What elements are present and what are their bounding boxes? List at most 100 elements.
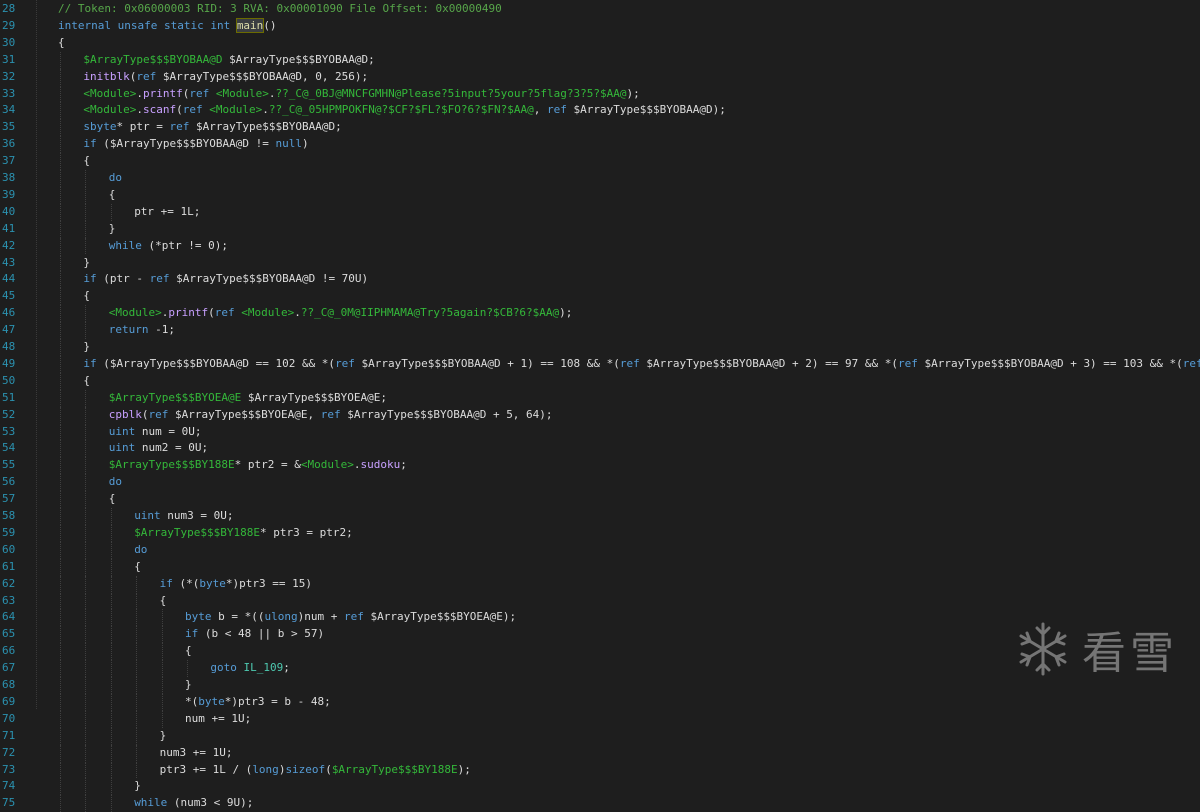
code-line[interactable]: 63 { bbox=[0, 592, 1200, 610]
code-line[interactable]: 32 initblk(ref $ArrayType$$$BYOBAA@D, 0, … bbox=[0, 68, 1200, 86]
code-text[interactable]: do bbox=[134, 542, 147, 559]
code-text[interactable]: return -1; bbox=[109, 322, 175, 339]
code-line[interactable]: 50 { bbox=[0, 372, 1200, 390]
code-line[interactable]: 35 sbyte* ptr = ref $ArrayType$$$BYOBAA@D… bbox=[0, 119, 1200, 137]
code-text[interactable]: *(byte*)ptr3 = b - 48; bbox=[185, 694, 331, 711]
code-line[interactable]: 42 while (*ptr != 0); bbox=[0, 237, 1200, 255]
code-text[interactable]: { bbox=[185, 643, 192, 660]
code-line[interactable]: 43} bbox=[0, 254, 1200, 272]
code-token: . bbox=[136, 103, 143, 117]
code-text[interactable]: while (num3 < 9U); bbox=[134, 795, 253, 812]
code-text[interactable]: } bbox=[109, 221, 116, 238]
code-line[interactable]: 38 do bbox=[0, 170, 1200, 187]
code-line[interactable]: 51 $ArrayType$$$BYOEA@E $ArrayType$$$BYOE… bbox=[0, 389, 1200, 407]
code-line[interactable]: 41} bbox=[0, 220, 1200, 238]
code-text[interactable]: $ArrayType$$$BYOEA@E $ArrayType$$$BYOEA@… bbox=[109, 390, 387, 407]
code-text[interactable]: { bbox=[160, 593, 167, 610]
code-line[interactable]: 47 return -1; bbox=[0, 322, 1200, 339]
code-text[interactable]: { bbox=[83, 373, 90, 390]
code-text[interactable]: num += 1U; bbox=[185, 711, 251, 728]
indent-guide bbox=[60, 119, 61, 137]
code-line[interactable]: 53 uint num = 0U; bbox=[0, 423, 1200, 441]
code-text[interactable]: } bbox=[185, 677, 192, 694]
code-line[interactable]: 45 { bbox=[0, 288, 1200, 306]
code-line[interactable]: 72 num3 += 1U; bbox=[0, 744, 1200, 762]
code-text[interactable]: cpblk(ref $ArrayType$$$BYOEA@E, ref $Arr… bbox=[109, 407, 553, 424]
code-text[interactable]: <Module>.scanf(ref <Module>.??_C@_05HPMP… bbox=[83, 102, 725, 119]
code-line[interactable]: 37 { bbox=[0, 153, 1200, 170]
code-line[interactable]: 73 ptr3 += 1L / (long)sizeof($ArrayType$$… bbox=[0, 761, 1200, 779]
code-line[interactable]: 28 // Token: 0x06000003 RID: 3 RVA: 0x000… bbox=[0, 1, 1200, 18]
code-line[interactable]: 33 <Module>.printf(ref <Module>.??_C@_0BJ… bbox=[0, 85, 1200, 103]
code-token: $ArrayType$$$BYOBAA@D + 1) == 108 && *( bbox=[354, 356, 620, 370]
code-text[interactable]: $ArrayType$$$BY188E* ptr2 = &<Module>.su… bbox=[109, 457, 407, 474]
code-line[interactable]: 75 while (num3 < 9U); bbox=[0, 795, 1200, 812]
code-text[interactable]: $ArrayType$$$BYOBAA@D $ArrayType$$$BYOBA… bbox=[83, 52, 374, 69]
code-text[interactable]: { bbox=[83, 153, 90, 170]
code-line[interactable]: 61 { bbox=[0, 558, 1200, 576]
code-text[interactable]: { bbox=[58, 35, 65, 52]
code-text[interactable]: do bbox=[109, 474, 122, 491]
code-text[interactable]: { bbox=[109, 491, 116, 508]
code-editor[interactable]: 28 // Token: 0x06000003 RID: 3 RVA: 0x000… bbox=[0, 0, 1200, 812]
code-text[interactable]: <Module>.printf(ref <Module>.??_C@_0M@II… bbox=[109, 305, 573, 322]
code-line[interactable]: 30 { bbox=[0, 35, 1200, 52]
code-text[interactable]: if ($ArrayType$$$BYOBAA@D == 102 && *(re… bbox=[83, 356, 1200, 373]
code-line[interactable]: 59 $ArrayType$$$BY188E* ptr3 = ptr2; bbox=[0, 524, 1200, 542]
code-text[interactable]: do bbox=[109, 170, 122, 187]
code-line[interactable]: 52 cpblk(ref $ArrayType$$$BYOEA@E, ref $A… bbox=[0, 406, 1200, 424]
code-text[interactable]: if ($ArrayType$$$BYOBAA@D != null) bbox=[83, 136, 308, 153]
code-line[interactable]: 69 *(byte*)ptr3 = b - 48; bbox=[0, 693, 1200, 711]
code-text[interactable]: internal unsafe static int main() bbox=[58, 17, 277, 35]
code-line[interactable]: 39 { bbox=[0, 186, 1200, 204]
code-line[interactable]: 54 uint num2 = 0U; bbox=[0, 440, 1200, 458]
code-line[interactable]: 44 if (ptr - ref $ArrayType$$$BYOBAA@D !=… bbox=[0, 271, 1200, 289]
code-text[interactable]: initblk(ref $ArrayType$$$BYOBAA@D, 0, 25… bbox=[83, 69, 368, 86]
code-text[interactable]: sbyte* ptr = ref $ArrayType$$$BYOBAA@D; bbox=[83, 119, 341, 136]
code-line[interactable]: 34 <Module>.scanf(ref <Module>.??_C@_05HP… bbox=[0, 102, 1200, 120]
code-text[interactable]: uint num3 = 0U; bbox=[134, 508, 233, 525]
code-text[interactable]: ptr += 1L; bbox=[134, 204, 200, 221]
code-line[interactable]: 57 { bbox=[0, 491, 1200, 508]
code-text[interactable]: } bbox=[83, 339, 90, 356]
code-text[interactable]: uint num = 0U; bbox=[109, 424, 202, 441]
indent-guide bbox=[85, 744, 87, 762]
code-text[interactable]: } bbox=[83, 255, 90, 272]
code-text[interactable]: byte b = *((ulong)num + ref $ArrayType$$… bbox=[185, 609, 516, 626]
code-text[interactable]: $ArrayType$$$BY188E* ptr3 = ptr2; bbox=[134, 525, 353, 542]
code-line[interactable]: 36 if ($ArrayType$$$BYOBAA@D != null) bbox=[0, 136, 1200, 154]
code-line[interactable]: 71} bbox=[0, 727, 1200, 745]
code-token: } bbox=[108, 221, 116, 235]
code-line[interactable]: 74} bbox=[0, 778, 1200, 796]
code-text[interactable]: } bbox=[160, 728, 167, 745]
code-line[interactable]: 56 do bbox=[0, 474, 1200, 492]
code-text[interactable]: <Module>.printf(ref <Module>.??_C@_0BJ@M… bbox=[83, 86, 639, 103]
code-line[interactable]: 70 num += 1U; bbox=[0, 710, 1200, 728]
code-text[interactable]: num3 += 1U; bbox=[160, 745, 233, 762]
code-text[interactable]: // Token: 0x06000003 RID: 3 RVA: 0x00001… bbox=[58, 1, 502, 18]
code-line[interactable]: 60 do bbox=[0, 541, 1200, 559]
code-text[interactable]: uint num2 = 0U; bbox=[109, 440, 208, 457]
code-line[interactable]: 58 uint num3 = 0U; bbox=[0, 508, 1200, 525]
code-line[interactable]: 49 if ($ArrayType$$$BYOBAA@D == 102 && *(… bbox=[0, 355, 1200, 373]
line-number: 43 bbox=[2, 255, 16, 269]
code-text[interactable]: while (*ptr != 0); bbox=[109, 238, 228, 255]
code-text[interactable]: ptr3 += 1L / (long)sizeof($ArrayType$$$B… bbox=[160, 762, 471, 779]
code-text[interactable]: if (b < 48 || b > 57) bbox=[185, 626, 324, 643]
code-text[interactable]: goto IL_109; bbox=[210, 660, 290, 677]
code-line[interactable]: 40 ptr += 1L; bbox=[0, 203, 1200, 221]
code-line[interactable]: 62 if (*(byte*)ptr3 == 15) bbox=[0, 575, 1200, 593]
code-text[interactable]: } bbox=[134, 778, 141, 795]
code-text[interactable]: if (*(byte*)ptr3 == 15) bbox=[160, 576, 312, 593]
code-text[interactable]: if (ptr - ref $ArrayType$$$BYOBAA@D != 7… bbox=[83, 271, 368, 288]
code-line[interactable]: 29 internal unsafe static int main() bbox=[0, 17, 1200, 35]
indent-guide bbox=[85, 609, 87, 627]
code-line[interactable]: 55 $ArrayType$$$BY188E* ptr2 = &<Module>.… bbox=[0, 457, 1200, 475]
code-text[interactable]: { bbox=[134, 559, 141, 576]
code-line[interactable]: 31 $ArrayType$$$BYOBAA@D $ArrayType$$$BYO… bbox=[0, 51, 1200, 69]
code-text[interactable]: { bbox=[83, 288, 90, 305]
code-line[interactable]: 46 <Module>.printf(ref <Module>.??_C@_0M@… bbox=[0, 305, 1200, 323]
code-line[interactable]: 48} bbox=[0, 339, 1200, 356]
indent-guide bbox=[110, 508, 112, 525]
code-text[interactable]: { bbox=[109, 187, 116, 204]
